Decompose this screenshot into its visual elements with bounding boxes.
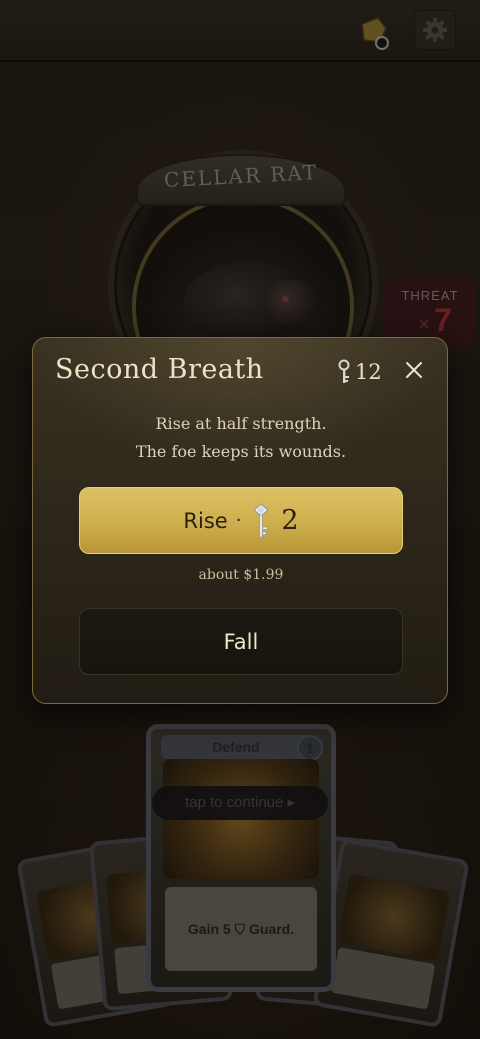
rise-button-label: Rise xyxy=(183,508,228,533)
rise-button-separator: · xyxy=(235,510,242,531)
fall-button[interactable]: Fall xyxy=(79,608,403,675)
second-breath-dialog: Second Breath 12 Rise at half strength. … xyxy=(32,337,448,704)
description-line-1: Rise at half strength. xyxy=(155,414,327,433)
dialog-description: Rise at half strength. The foe keeps its… xyxy=(33,410,449,466)
description-line-2: The foe keeps its wounds. xyxy=(135,442,347,461)
price-note: about $1.99 xyxy=(198,567,284,583)
key-icon xyxy=(253,502,270,537)
dialog-title: Second Breath xyxy=(55,354,264,385)
close-icon xyxy=(406,362,422,378)
rise-button-cost: 2 xyxy=(281,505,299,536)
key-balance: 12 xyxy=(335,358,382,386)
key-balance-value: 12 xyxy=(355,360,382,384)
key-icon xyxy=(338,359,350,383)
rise-button[interactable]: Rise · 2 xyxy=(79,487,403,554)
close-button[interactable] xyxy=(399,354,429,386)
